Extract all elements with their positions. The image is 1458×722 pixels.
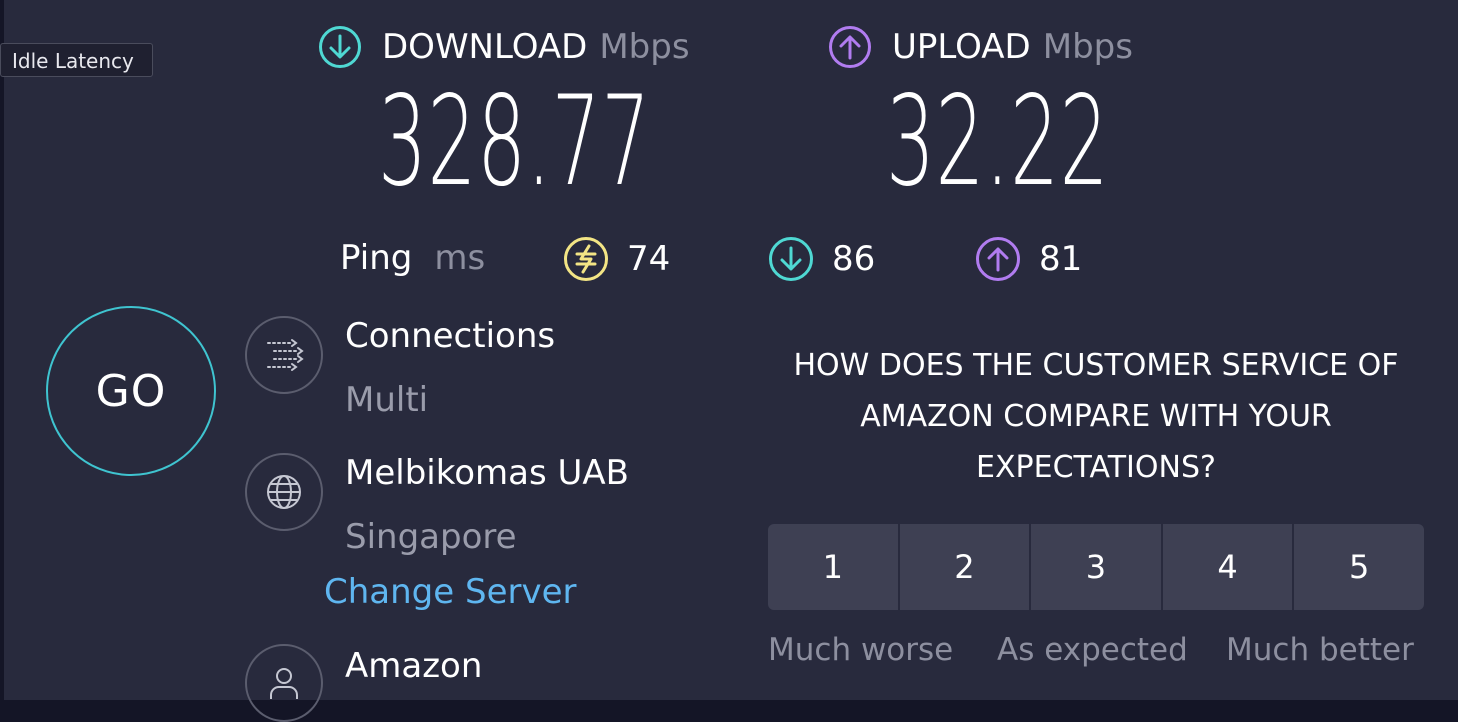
upload-header: UPLOAD Mbps xyxy=(828,25,1133,69)
connections-icon xyxy=(267,339,304,371)
rating-button-5[interactable]: 5 xyxy=(1294,524,1424,610)
upload-label: UPLOAD xyxy=(892,27,1031,67)
server-title: Melbikomas UAB xyxy=(345,453,629,493)
rating-scale: 1 2 3 4 5 xyxy=(768,524,1424,610)
idle-latency-value: 74 xyxy=(627,239,671,279)
globe-icon xyxy=(267,475,301,509)
ping-label: Ping xyxy=(340,238,413,278)
idle-latency-icon xyxy=(564,237,608,281)
scale-low-label: Much worse xyxy=(768,632,954,668)
rating-button-1[interactable]: 1 xyxy=(768,524,898,610)
connections-toggle[interactable] xyxy=(245,316,323,394)
server-location: Singapore xyxy=(345,517,517,557)
provider-title: Amazon xyxy=(345,646,483,686)
upload-latency-value: 81 xyxy=(1039,239,1083,279)
download-latency[interactable]: 86 xyxy=(768,236,875,282)
rating-button-4[interactable]: 4 xyxy=(1162,524,1293,610)
download-label: DOWNLOAD xyxy=(382,27,588,67)
upload-latency[interactable]: 81 xyxy=(975,236,1082,282)
rating-button-2[interactable]: 2 xyxy=(899,524,1030,610)
idle-latency[interactable]: 74 xyxy=(563,236,670,282)
idle-latency-tooltip: Idle Latency xyxy=(0,43,153,77)
scale-high-label: Much better xyxy=(1226,632,1414,668)
change-server-link[interactable]: Change Server xyxy=(324,572,576,612)
download-unit: Mbps xyxy=(599,27,690,67)
user-icon xyxy=(270,668,298,699)
download-latency-value: 86 xyxy=(832,239,876,279)
ping-row: Ping ms xyxy=(340,238,485,278)
survey-question: HOW DOES THE CUSTOMER SERVICE OF AMAZON … xyxy=(793,348,1399,485)
connections-value: Multi xyxy=(345,380,429,420)
upload-unit: Mbps xyxy=(1042,27,1133,67)
connections-title: Connections xyxy=(345,316,556,356)
ping-unit: ms xyxy=(434,238,486,278)
rating-button-3[interactable]: 3 xyxy=(1031,524,1161,610)
scale-mid-label: As expected xyxy=(997,632,1188,668)
arrow-down-circle-icon xyxy=(319,26,361,68)
go-button[interactable]: GO xyxy=(46,306,216,476)
download-value: 328.77 xyxy=(378,70,651,214)
upload-latency-icon xyxy=(976,237,1020,281)
upload-value: 32.22 xyxy=(886,70,1110,214)
download-header: DOWNLOAD Mbps xyxy=(318,25,690,69)
server-toggle[interactable] xyxy=(245,453,323,531)
arrow-up-circle-icon xyxy=(829,26,871,68)
provider-toggle[interactable] xyxy=(245,644,323,722)
download-latency-icon xyxy=(769,237,813,281)
